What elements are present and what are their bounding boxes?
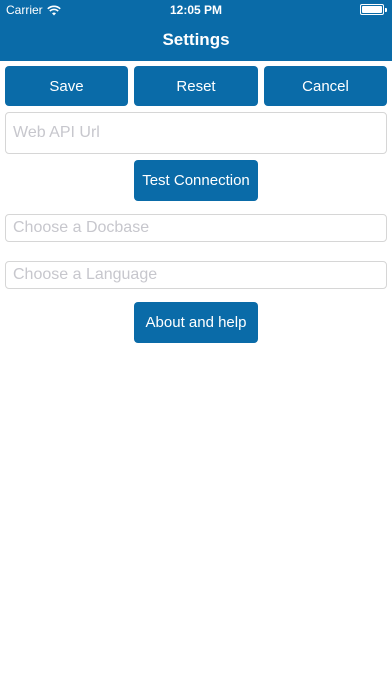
about-help-button[interactable]: About and help bbox=[134, 302, 258, 343]
page-title: Settings bbox=[162, 30, 230, 49]
status-bar: Carrier 12:05 PM bbox=[0, 0, 392, 20]
battery-icon bbox=[360, 4, 387, 15]
web-api-url-field[interactable]: Web API Url bbox=[5, 112, 387, 154]
cancel-button[interactable]: Cancel bbox=[264, 66, 387, 106]
status-time: 12:05 PM bbox=[169, 3, 223, 17]
reset-button[interactable]: Reset bbox=[134, 66, 258, 106]
test-connection-button[interactable]: Test Connection bbox=[134, 160, 258, 201]
save-button[interactable]: Save bbox=[5, 66, 128, 106]
language-select[interactable]: Choose a Language bbox=[5, 261, 387, 289]
header-bar: Carrier 12:05 PM Settings bbox=[0, 0, 392, 61]
docbase-select[interactable]: Choose a Docbase bbox=[5, 214, 387, 242]
